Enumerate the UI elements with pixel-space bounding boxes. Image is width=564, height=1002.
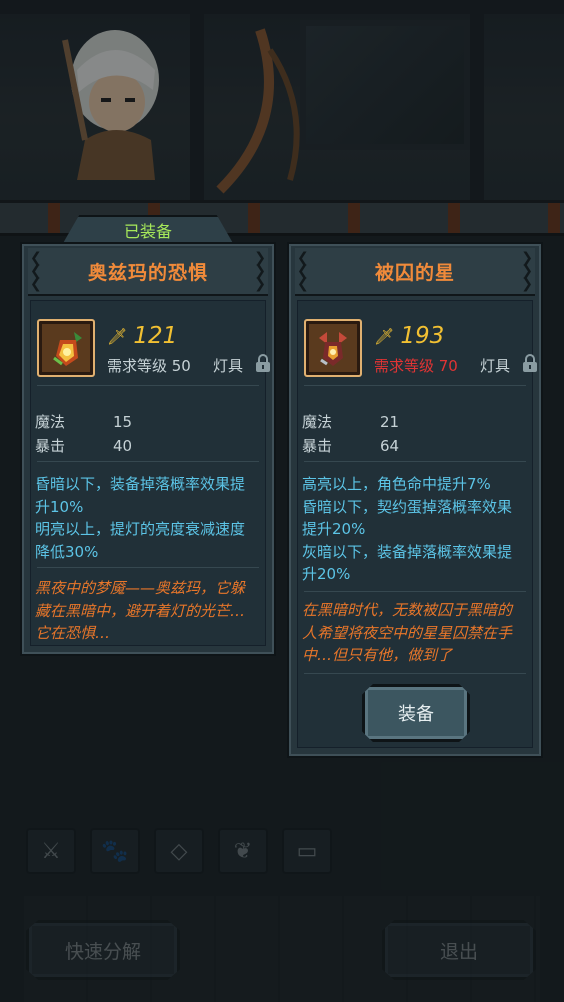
equipped-item-lore: 黑夜中的梦魇——奥兹玛，它躲藏在黑暗中，避开着灯的光芒…它在恐惧…: [35, 579, 246, 642]
candidate-item-icon: [304, 319, 362, 377]
stat-label: 魔法: [302, 413, 333, 431]
stat-value: 21: [380, 413, 400, 431]
divider: [304, 461, 526, 462]
candidate-item-power-value: 193: [400, 323, 445, 349]
candidate-item-name: 被囚的星: [374, 261, 455, 284]
equipped-item-slot: 灯具: [213, 357, 244, 375]
stat-label: 暴击: [35, 437, 66, 455]
equipped-item-requirement: 需求等级 50: [107, 357, 191, 375]
equipped-item-panel: ❮ ❮ ❮ 奥兹玛的恐惧 ❯ ❯ ❯ 🗡 121 需求等级 50 灯具 魔法 15: [20, 242, 276, 656]
effect-line: 灰暗以下，装备掉落概率效果提升20%: [302, 542, 513, 584]
candidate-item-effects: 高亮以上，角色命中提升7% 昏暗以下，契约蛋掉落概率效果提升20% 灰暗以下，装…: [302, 473, 526, 586]
stat-value: 40: [113, 437, 133, 455]
stat-row-crit: 暴击 64: [302, 435, 399, 456]
candidate-item-lore: 在黑暗时代，无数被囚于黑暗的人希望将夜空中的星星囚禁在手中…但只有他，做到了: [302, 601, 513, 664]
lock-icon: [523, 354, 537, 372]
candidate-item-requirement: 需求等级 70: [374, 357, 458, 375]
effect-line: 高亮以上，角色命中提升7%: [302, 475, 491, 493]
effect-line: 昏暗以下，装备掉落概率效果提升10%: [35, 475, 246, 516]
divider: [304, 591, 526, 592]
equipped-item-icon: [37, 319, 95, 377]
candidate-item-power: 🗡 193: [374, 323, 444, 349]
candidate-item-panel: ❮ ❮ ❮ 被囚的星 ❯ ❯ ❯ 🗡 193 需求等级 70 灯具 魔法 21 …: [287, 242, 543, 758]
stat-row-crit: 暴击 40: [35, 435, 132, 456]
sword-power-icon: 🗡: [374, 326, 395, 346]
equipped-item-name: 奥兹玛的恐惧: [87, 261, 208, 284]
star-lantern-icon: [319, 332, 347, 366]
equipped-item-power: 🗡 121: [107, 323, 177, 349]
divider: [37, 461, 259, 462]
divider: [37, 385, 259, 386]
equipped-item-header: ❮ ❮ ❮ 奥兹玛的恐惧 ❯ ❯ ❯: [28, 248, 268, 296]
stat-row-magic: 魔法 21: [302, 411, 399, 432]
divider: [37, 567, 259, 568]
lantern-icon: [53, 332, 82, 366]
stat-value: 64: [380, 437, 400, 455]
divider: [304, 385, 526, 386]
stat-value: 15: [113, 413, 133, 431]
stat-label: 暴击: [302, 437, 333, 455]
sword-power-icon: 🗡: [107, 326, 128, 346]
effect-line: 昏暗以下，契约蛋掉落概率效果提升20%: [302, 497, 513, 539]
candidate-item-body: 🗡 193 需求等级 70 灯具 魔法 21 暴击 64 高亮以上，角色命中提升7%…: [297, 300, 537, 748]
equipped-tab: 已装备: [62, 215, 234, 245]
candidate-item-header: ❮ ❮ ❮ 被囚的星 ❯ ❯ ❯: [295, 248, 535, 296]
equip-button[interactable]: 装备: [362, 684, 470, 742]
lock-icon: [256, 354, 270, 372]
stat-label: 魔法: [35, 413, 66, 431]
stat-row-magic: 魔法 15: [35, 411, 132, 432]
candidate-item-slot: 灯具: [480, 357, 511, 375]
equipped-tab-label: 已装备: [123, 222, 172, 241]
equipped-item-effects: 昏暗以下，装备掉落概率效果提升10% 明亮以上，提灯的亮度衰减速度降低30%: [35, 473, 259, 563]
equipped-item-body: 🗡 121 需求等级 50 灯具 魔法 15 暴击 40 昏暗以下，装备掉落概率效果…: [30, 300, 270, 646]
divider: [304, 673, 526, 674]
equipped-item-power-value: 121: [133, 323, 178, 349]
equip-button-label: 装备: [398, 704, 434, 725]
effect-line: 明亮以上，提灯的亮度衰减速度降低30%: [35, 520, 246, 561]
